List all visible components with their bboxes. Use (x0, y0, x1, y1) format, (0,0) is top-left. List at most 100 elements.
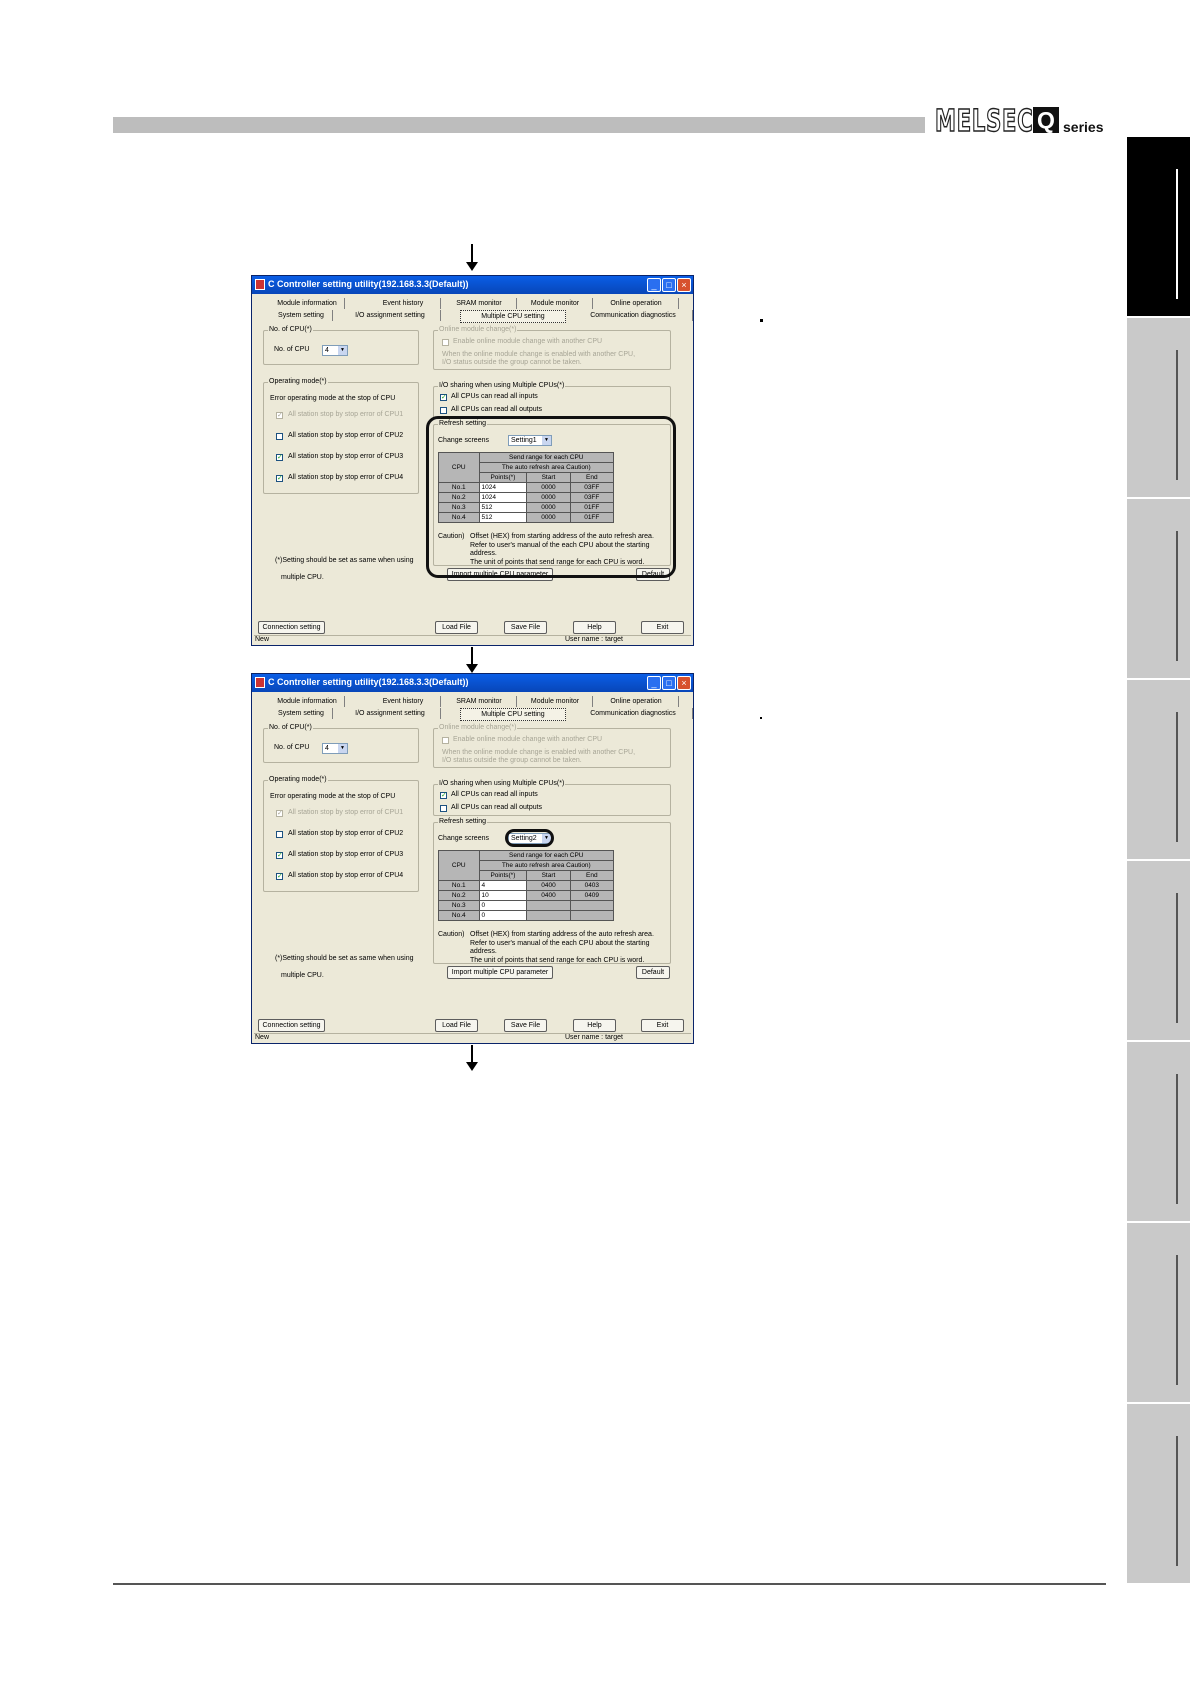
online-change-checkbox[interactable] (442, 737, 449, 744)
online-change-note-1: When the online module change is enabled… (442, 749, 636, 756)
tab-1[interactable]: Event history (366, 696, 441, 707)
table-row: No.4 0 (438, 910, 615, 921)
row-start: 0400 (526, 890, 571, 901)
status-right: User name : target (565, 1034, 623, 1041)
io-checkbox-2[interactable] (440, 805, 447, 812)
op-mode-label-1: All station stop by stop error of CPU1 (288, 411, 404, 418)
no-cpu-value: 4 (325, 745, 329, 752)
exit-button[interactable]: Exit (641, 621, 684, 634)
tab-4[interactable]: Online operation (594, 696, 679, 707)
chapter-tab-1[interactable] (1127, 137, 1190, 316)
chapter-tab-3[interactable] (1127, 499, 1190, 678)
chevron-down-icon: ▼ (338, 744, 347, 753)
op-mode-label-3: All station stop by stop error of CPU3 (288, 453, 404, 460)
default-button[interactable]: Default (636, 966, 670, 979)
save-file-button[interactable]: Save File (504, 1019, 547, 1032)
import-button[interactable]: Import multiple CPU parameter (447, 966, 553, 979)
op-mode-checkbox-2[interactable] (276, 831, 283, 838)
melsec-logo: MELSEC Q series (934, 104, 1105, 139)
tab-3[interactable]: Module monitor (518, 298, 593, 309)
tab-row-1: Module information Event history SRAM moni… (256, 696, 688, 708)
no-cpu-select[interactable]: 4 ▼ (322, 345, 348, 356)
tab2-0[interactable]: System setting (270, 708, 333, 719)
note-line-2: multiple CPU. (281, 972, 324, 979)
load-file-button[interactable]: Load File (435, 621, 478, 634)
op-mode-checkbox-3[interactable]: ✓ (276, 852, 283, 859)
tab-0[interactable]: Module information (270, 696, 345, 707)
footer-rule (113, 1583, 1106, 1585)
tab2-2[interactable]: Multiple CPU setting (460, 310, 566, 323)
th-send: Send range for each CPU (478, 850, 615, 861)
save-file-button[interactable]: Save File (504, 621, 547, 634)
row-points[interactable]: 4 (478, 880, 528, 891)
io-checkbox-1[interactable]: ✓ (440, 394, 447, 401)
maximize-icon[interactable]: □ (662, 278, 676, 292)
exit-button[interactable]: Exit (641, 1019, 684, 1032)
title-bar[interactable]: C Controller setting utility(192.168.3.3… (252, 674, 693, 692)
row-start: 0400 (526, 880, 571, 891)
help-button[interactable]: Help (573, 1019, 616, 1032)
minimize-icon[interactable]: _ (647, 278, 661, 292)
flow-arrow-3 (466, 1045, 478, 1071)
op-mode-checkbox-1[interactable]: ✓ (276, 810, 283, 817)
tab2-1[interactable]: I/O assignment setting (340, 310, 441, 321)
tab-0[interactable]: Module information (270, 298, 345, 309)
io-sharing-group-label: I/O sharing when using Multiple CPUs(*) (438, 382, 566, 389)
row-points[interactable]: 0 (478, 910, 528, 921)
op-mode-checkbox-1[interactable]: ✓ (276, 412, 283, 419)
online-change-group: Online module change(*) Enable online mo… (433, 724, 671, 768)
op-mode-checkbox-4[interactable]: ✓ (276, 873, 283, 880)
minimize-icon[interactable]: _ (647, 676, 661, 690)
row-end: 0409 (569, 890, 615, 901)
no-cpu-select[interactable]: 4 ▼ (322, 743, 348, 754)
tab2-3[interactable]: Communication diagnostics (574, 310, 693, 321)
tab2-2[interactable]: Multiple CPU setting (460, 708, 566, 721)
chapter-tab-7[interactable] (1127, 1223, 1190, 1402)
status-left: New (255, 1034, 270, 1041)
row-start (526, 900, 571, 911)
chapter-tab-8[interactable] (1127, 1404, 1190, 1583)
online-change-checkbox[interactable] (442, 339, 449, 346)
caution-line-2: Refer to user's manual of the each CPU a… (470, 939, 650, 947)
row-cpu: No.1 (438, 880, 480, 891)
io-label-2: All CPUs can read all outputs (451, 406, 543, 413)
title-bar[interactable]: C Controller setting utility(192.168.3.3… (252, 276, 693, 294)
tab-2[interactable]: SRAM monitor (442, 298, 517, 309)
tab2-3[interactable]: Communication diagnostics (574, 708, 693, 719)
op-mode-label-2: All station stop by stop error of CPU2 (288, 830, 404, 837)
caution-line-4: The unit of points that send range for e… (470, 956, 645, 964)
chapter-tab-6[interactable] (1127, 1042, 1190, 1221)
tab2-0[interactable]: System setting (270, 310, 333, 321)
tab-1[interactable]: Event history (366, 298, 441, 309)
tab-3[interactable]: Module monitor (518, 696, 593, 707)
logo-series: series (1063, 119, 1104, 135)
tab-4[interactable]: Online operation (594, 298, 679, 309)
row-points[interactable]: 0 (478, 900, 528, 911)
op-mode-checkbox-4[interactable]: ✓ (276, 475, 283, 482)
op-mode-checkbox-2[interactable] (276, 433, 283, 440)
chapter-tab-4[interactable] (1127, 680, 1190, 859)
note-line-2: multiple CPU. (281, 574, 324, 581)
tab2-1[interactable]: I/O assignment setting (340, 708, 441, 719)
close-icon[interactable]: × (677, 676, 691, 690)
tab-row-1: Module information Event history SRAM moni… (256, 298, 688, 310)
help-button[interactable]: Help (573, 621, 616, 634)
status-bar: New User name : target (254, 635, 691, 646)
close-icon[interactable]: × (677, 278, 691, 292)
op-mode-checkbox-3[interactable]: ✓ (276, 454, 283, 461)
row-points[interactable]: 10 (478, 890, 528, 901)
tab-2[interactable]: SRAM monitor (442, 696, 517, 707)
caution-line-3: address. (470, 948, 497, 955)
online-change-note-2: I/O status outside the group cannot be t… (442, 757, 582, 764)
io-checkbox-1[interactable]: ✓ (440, 792, 447, 799)
bullet-dot-1 (760, 319, 763, 322)
io-sharing-group: I/O sharing when using Multiple CPUs(*) ✓… (433, 382, 671, 418)
chapter-tab-2[interactable] (1127, 318, 1190, 497)
chapter-tab-5[interactable] (1127, 861, 1190, 1040)
connection-setting-button[interactable]: Connection setting (258, 1019, 325, 1032)
load-file-button[interactable]: Load File (435, 1019, 478, 1032)
maximize-icon[interactable]: □ (662, 676, 676, 690)
io-checkbox-2[interactable] (440, 407, 447, 414)
op-mode-group-label: Operating mode(*) (268, 378, 328, 385)
connection-setting-button[interactable]: Connection setting (258, 621, 325, 634)
